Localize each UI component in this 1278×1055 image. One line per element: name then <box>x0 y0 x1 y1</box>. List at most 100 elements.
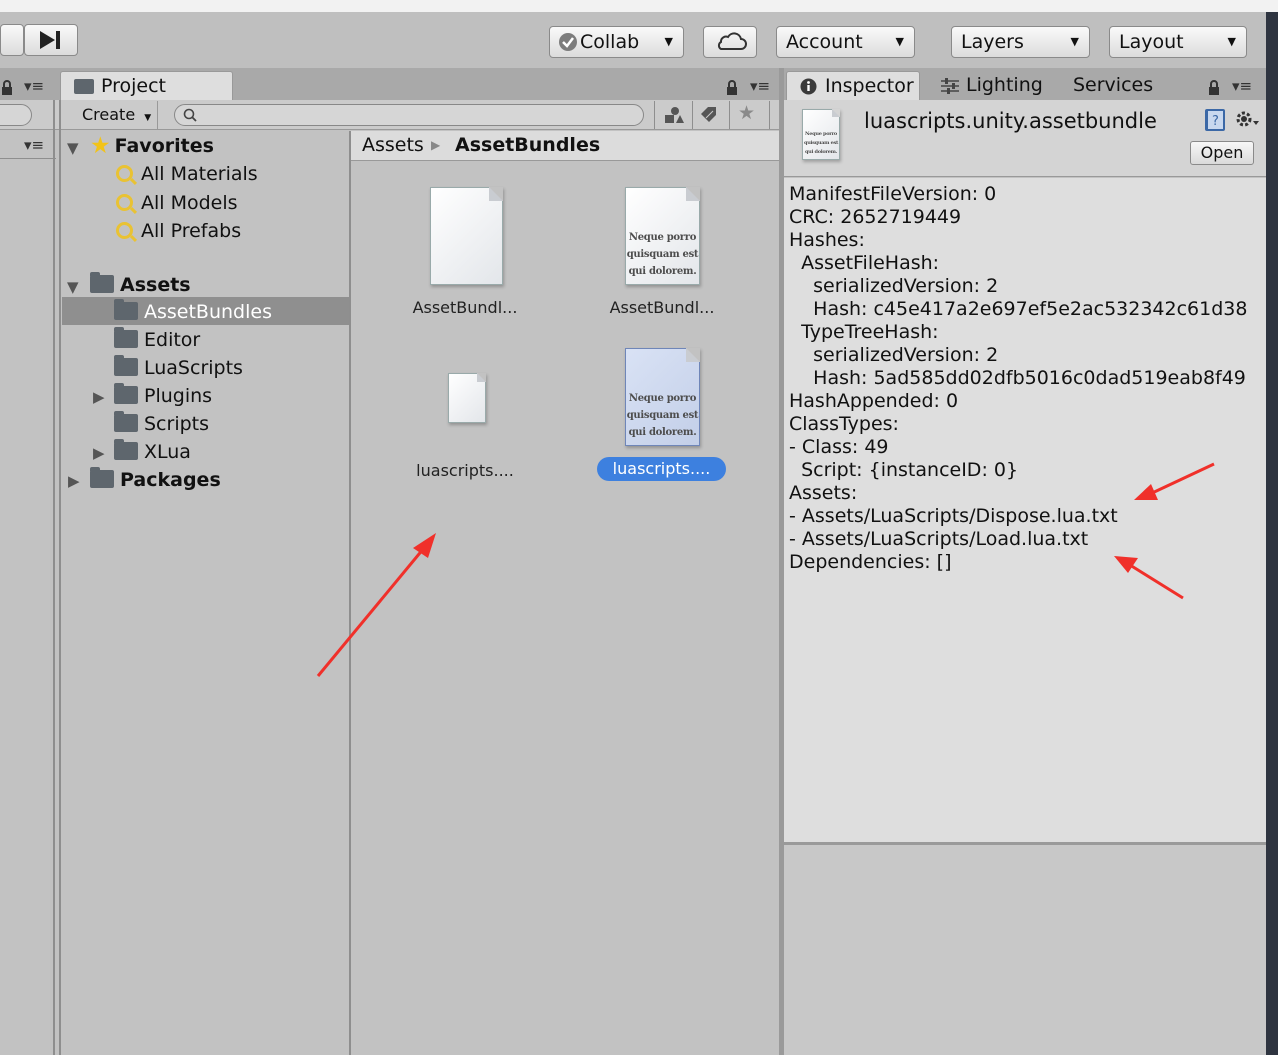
tab-inspector[interactable]: Inspector <box>786 71 920 100</box>
asset-label-selected[interactable]: luascripts.... <box>597 457 726 481</box>
lighting-sliders-icon <box>941 78 959 94</box>
pause-button[interactable] <box>0 24 24 56</box>
account-dropdown[interactable]: Account ▼ <box>776 26 915 58</box>
collapsed-arrow-icon[interactable]: ▶ <box>93 444 105 462</box>
manifest-line: ClassTypes: <box>789 413 899 435</box>
tab-lighting[interactable]: Lighting <box>940 71 1043 100</box>
project-search-input[interactable] <box>174 104 644 126</box>
cloud-button[interactable] <box>703 26 757 58</box>
project-tree: ▼ ★ Favorites All Materials All Models Al… <box>60 131 350 1055</box>
manifest-line: - Assets/LuaScripts/Load.lua.txt <box>789 528 1089 550</box>
collab-button[interactable]: Collab ▼ <box>549 26 684 58</box>
layers-dropdown[interactable]: Layers ▼ <box>951 26 1090 58</box>
chevron-down-icon: ▼ <box>895 35 904 48</box>
step-icon <box>40 31 60 49</box>
asset-label[interactable]: AssetBundl... <box>602 298 722 317</box>
folder-icon <box>114 299 138 320</box>
breadcrumb-separator-icon: ▶ <box>431 138 441 152</box>
manifest-line: HashAppended: 0 <box>789 390 959 412</box>
tab-project[interactable]: Project <box>60 71 233 100</box>
manifest-line: Hash: 5ad585dd02dfb5016c0dad519eab8f49 <box>789 367 1246 389</box>
tree-item-label: XLua <box>144 441 191 463</box>
manifest-line: - Assets/LuaScripts/Dispose.lua.txt <box>789 505 1118 527</box>
panel-menu-icon[interactable]: ▾≡ <box>24 136 44 154</box>
manifest-line: Assets: <box>789 482 858 504</box>
tree-item-label: Packages <box>120 469 221 491</box>
cloud-icon <box>717 32 747 50</box>
tree-item-label: Editor <box>144 329 201 351</box>
label-tag-icon[interactable] <box>699 105 721 125</box>
lock-icon[interactable] <box>1207 80 1221 96</box>
asset-preview-icon: Neque porro quisquam est qui dolorem. <box>802 109 840 160</box>
asset-label[interactable]: luascripts.... <box>405 461 525 480</box>
saved-search-icon <box>116 194 133 211</box>
window-top-strip <box>0 0 1278 12</box>
left-stub-searchbar <box>0 100 56 130</box>
breadcrumb: Assets ▶ AssetBundles <box>351 131 779 161</box>
manifest-line: Hashes: <box>789 229 865 251</box>
collapsed-arrow-icon[interactable]: ▶ <box>93 388 105 406</box>
asset-label[interactable]: AssetBundl... <box>405 298 525 317</box>
check-circle-icon <box>559 33 577 51</box>
inspector-header: Neque porro quisquam est qui dolorem. lu… <box>784 100 1266 177</box>
divider <box>59 100 61 1055</box>
saved-search-icon <box>116 165 133 182</box>
panel-menu-icon[interactable]: ▾≡ <box>24 77 44 95</box>
panel-menu-icon[interactable]: ▾≡ <box>1232 77 1252 95</box>
window-edge <box>1266 12 1278 1055</box>
saved-search-icon <box>116 222 133 239</box>
favorites-star-icon: ★ <box>90 133 111 159</box>
lock-icon[interactable] <box>0 80 14 96</box>
tree-item-favorites[interactable]: ★ Favorites <box>90 132 378 160</box>
left-search-input[interactable] <box>0 104 32 126</box>
inspector-title: luascripts.unity.assetbundle <box>864 109 1157 133</box>
layout-label: Layout <box>1119 31 1184 53</box>
expand-arrow-icon[interactable]: ▼ <box>67 139 79 157</box>
panel-menu-icon[interactable]: ▾≡ <box>750 77 770 95</box>
doc-preview-line: Neque porro <box>805 131 837 137</box>
tree-item-assets[interactable]: Assets <box>90 271 378 299</box>
collapsed-arrow-icon[interactable]: ▶ <box>68 472 80 490</box>
create-button[interactable]: Create ▼ <box>72 101 158 129</box>
doc-preview-line: quisquam est <box>626 410 699 421</box>
open-button[interactable]: Open <box>1190 141 1254 165</box>
main-toolbar: Collab ▼ Account ▼ Layers ▼ Layout ▼ <box>0 12 1278 68</box>
doc-preview-line: Neque porro <box>628 393 697 404</box>
tree-item-label: All Materials <box>141 163 258 185</box>
star-icon[interactable]: ★ <box>738 102 755 124</box>
divider <box>654 101 655 129</box>
tree-item-label: All Models <box>141 192 238 214</box>
left-stub-panel: ▾≡ ▾≡ <box>0 68 56 1055</box>
search-by-type-icon[interactable] <box>662 105 684 125</box>
tab-inspector-label: Inspector <box>825 75 914 97</box>
preview-area <box>784 845 1266 1055</box>
collab-label: Collab <box>580 31 640 53</box>
tree-item-label: Assets <box>120 274 191 296</box>
chevron-down-icon: ▼ <box>1227 35 1236 48</box>
folder-icon <box>114 411 138 432</box>
project-tabbar: Project ▾≡ <box>56 68 780 100</box>
expand-arrow-icon[interactable]: ▼ <box>67 278 79 296</box>
tree-item-packages[interactable]: Packages <box>90 466 378 494</box>
lock-icon[interactable] <box>725 80 739 96</box>
layout-dropdown[interactable]: Layout ▼ <box>1109 26 1247 58</box>
help-book-icon[interactable]: ? <box>1204 108 1226 132</box>
breadcrumb-item[interactable]: AssetBundles <box>455 131 600 160</box>
asset-thumbnail[interactable] <box>448 373 486 423</box>
manifest-line: Hash: c45e417a2e697ef5e2ac532342c61d38 <box>789 298 1248 320</box>
chevron-down-icon: ▼ <box>144 113 152 123</box>
chevron-down-icon: ▼ <box>1070 35 1079 48</box>
step-button[interactable] <box>24 24 78 56</box>
gear-icon[interactable] <box>1234 109 1260 131</box>
breadcrumb-item[interactable]: Assets <box>362 131 424 160</box>
asset-thumbnail[interactable]: Neque porro quisquam est qui dolorem. <box>625 187 700 285</box>
tab-services[interactable]: Services <box>1073 71 1153 100</box>
asset-thumbnail-selected[interactable]: Neque porro quisquam est qui dolorem. <box>625 348 700 446</box>
divider <box>0 158 56 159</box>
asset-thumbnail[interactable] <box>430 187 503 285</box>
doc-preview-line: qui dolorem. <box>628 427 697 438</box>
divider <box>53 100 55 1055</box>
folder-icon <box>114 327 138 348</box>
create-label: Create <box>82 105 136 124</box>
folder-icon <box>90 272 114 293</box>
